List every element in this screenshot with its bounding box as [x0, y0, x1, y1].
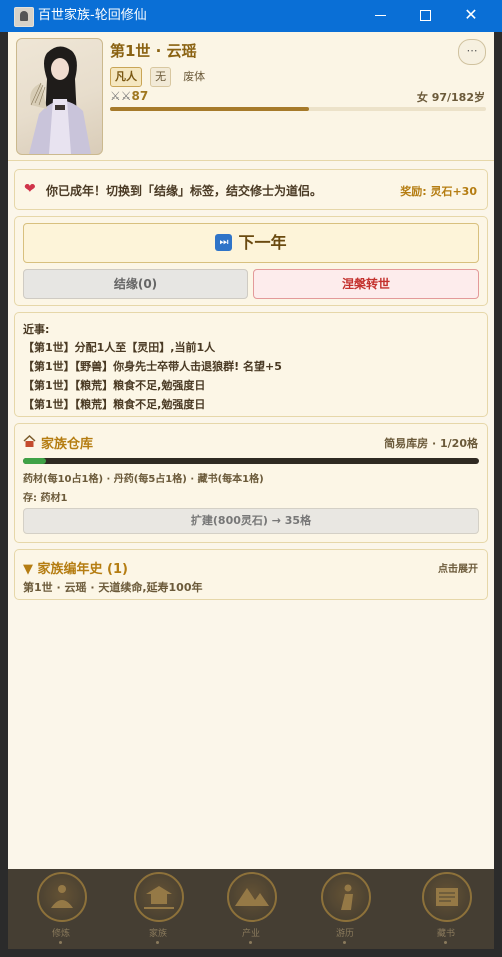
wanderer-emblem-icon: [321, 872, 371, 922]
next-year-label: 下一年: [238, 233, 287, 252]
next-year-button[interactable]: ⏭ 下一年: [23, 223, 479, 263]
crossed-swords-icon: ⚔⚔: [110, 89, 132, 103]
character-tags: 凡人 无 废体: [110, 65, 212, 87]
bottom-nav: 修炼 家族 产业 游历 藏书: [8, 869, 494, 949]
warehouse-capacity-bar: [23, 458, 479, 464]
reborn-button[interactable]: 涅槃转世: [253, 269, 479, 299]
nav-item-cultivate[interactable]: 修炼: [21, 869, 101, 949]
character-header: 第1世 · 云瑶 凡人 无 废体 ⋯ ⚔⚔87 女 97/182岁: [8, 32, 494, 161]
minimize-button[interactable]: [357, 0, 403, 32]
warehouse-rules: 药材(每10占1格) · 丹药(每5占1格) · 藏书(每本1格): [23, 474, 264, 485]
character-age: 女 97/182岁: [416, 91, 485, 104]
app-window: 百世家族-轮回修仙 ✕ 第1世 · 云瑶 凡人 无 废体 ⋯ ⚔⚔87 女 97…: [0, 0, 502, 957]
mountain-emblem-icon: [227, 872, 277, 922]
nav-item-library[interactable]: 藏书: [406, 869, 486, 949]
log-line: 【第1世】【野兽】你身先士卒带人击退狼群! 名望+5: [23, 360, 282, 373]
character-portrait[interactable]: [16, 38, 103, 155]
chronicle-expand-hint: 点击展开: [438, 564, 478, 575]
warehouse-title: 家族仓库: [41, 437, 94, 452]
log-line: 【第1世】【粮荒】粮食不足,勉强度日: [23, 379, 206, 392]
chronicle-title: ▼ 家族编年史 (1): [23, 562, 128, 577]
log-line: 【第1世】分配1人至【灵田】,当前1人: [23, 341, 216, 354]
warehouse-capacity-fill: [23, 458, 46, 464]
notice-text: 你已成年！切换到「结缘」标签，结交修士为道侣。: [46, 184, 323, 198]
nav-label: 修炼: [51, 929, 70, 939]
close-button[interactable]: ✕: [448, 0, 494, 32]
realm-tag: 凡人: [110, 67, 142, 87]
portrait-figure-icon: [29, 46, 91, 154]
nav-label: 家族: [148, 929, 167, 939]
nav-dot: [59, 941, 62, 944]
warehouse-capacity: 简易库房 · 1/20格: [384, 437, 478, 450]
scroll-emblem-icon: [422, 872, 472, 922]
nav-dot: [444, 941, 447, 944]
combat-power-value: 87: [131, 89, 149, 103]
warehouse-icon: [23, 435, 36, 447]
action-panel: ⏭ 下一年 结缘(0) 涅槃转世: [14, 216, 488, 306]
heart-icon: ❤: [24, 181, 36, 197]
fast-forward-icon: ⏭: [215, 233, 233, 251]
maximize-icon: [419, 10, 431, 21]
maximize-button[interactable]: [402, 0, 448, 32]
nav-dot: [343, 941, 346, 944]
constitution-tag: 废体: [183, 70, 206, 83]
app-icon: [14, 7, 34, 27]
coming-of-age-notice: ❤ 你已成年！切换到「结缘」标签，结交修士为道侣。 奖励: 灵石+30: [14, 169, 488, 210]
minimize-icon: [374, 15, 386, 16]
nav-label: 游历: [335, 929, 354, 939]
recent-events-log: 近事: 【第1世】分配1人至【灵田】,当前1人 【第1世】【野兽】你身先士卒带人…: [14, 312, 488, 417]
meditation-emblem-icon: [37, 872, 87, 922]
combat-power: ⚔⚔87: [110, 89, 148, 103]
window-title: 百世家族-轮回修仙: [38, 8, 147, 23]
nav-dot: [156, 941, 159, 944]
lifespan-progress-fill: [110, 107, 310, 111]
character-name: 第1世 · 云瑶: [110, 42, 197, 60]
nav-item-travel[interactable]: 游历: [305, 869, 385, 949]
root-tag: 无: [150, 67, 172, 87]
marry-button[interactable]: 结缘(0): [23, 269, 248, 299]
log-title: 近事:: [23, 323, 50, 336]
pavilion-emblem-icon: [134, 872, 184, 922]
nav-label: 藏书: [436, 929, 455, 939]
app-content: 第1世 · 云瑶 凡人 无 废体 ⋯ ⚔⚔87 女 97/182岁 ❤ 你已成年…: [8, 32, 494, 949]
log-line: 【第1世】【粮荒】粮食不足,勉强度日: [23, 398, 206, 411]
title-bar[interactable]: 百世家族-轮回修仙 ✕: [0, 0, 502, 32]
expand-warehouse-button[interactable]: 扩建(800灵石) → 35格: [23, 508, 479, 534]
lifespan-progress-bar: [110, 107, 486, 111]
notice-reward: 奖励: 灵石+30: [400, 185, 477, 198]
chronicle-entry: 第1世 · 云瑶 · 天道续命,延寿100年: [23, 581, 203, 594]
nav-item-family[interactable]: 家族: [118, 869, 198, 949]
family-chronicle[interactable]: ▼ 家族编年史 (1) 点击展开 第1世 · 云瑶 · 天道续命,延寿100年: [14, 549, 488, 600]
nav-dot: [249, 941, 252, 944]
warehouse-stock: 存: 药材1: [23, 493, 68, 504]
more-options-button[interactable]: ⋯: [458, 39, 486, 65]
family-warehouse: 家族仓库 简易库房 · 1/20格 药材(每10占1格) · 丹药(每5占1格)…: [14, 423, 488, 543]
nav-item-industry[interactable]: 产业: [211, 869, 291, 949]
nav-label: 产业: [241, 929, 260, 939]
